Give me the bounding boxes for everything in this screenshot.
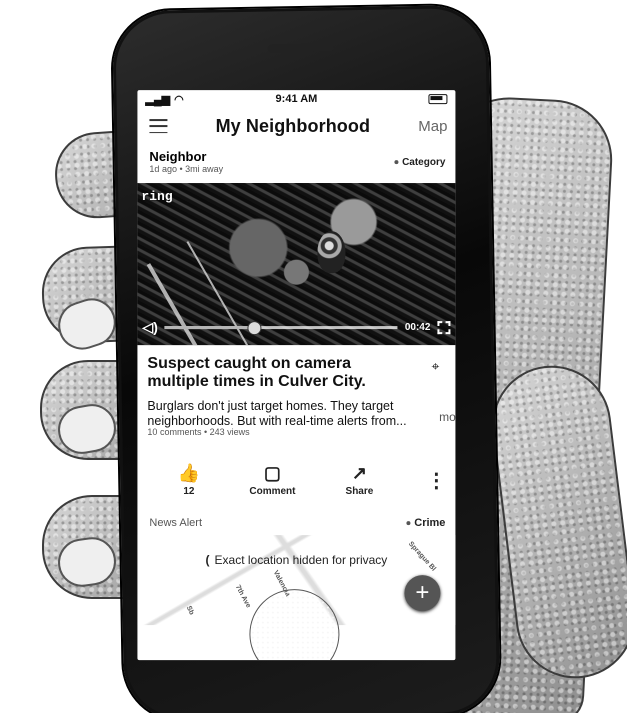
video-controls: ◁) 00:42: [142, 318, 451, 336]
video-progress-handle[interactable]: [247, 320, 262, 335]
privacy-note: Exact location hidden for privacy: [137, 553, 455, 567]
more-options-icon[interactable]: ⋮: [426, 468, 446, 493]
post-action-bar: 👍 12 ▢ Comment ↗ Share ⋮: [137, 449, 455, 511]
location-map-preview[interactable]: Exact location hidden for privacy 7th Av…: [137, 535, 456, 661]
location-pin-icon[interactable]: ⌖: [432, 358, 440, 391]
article-card: Suspect caught on camera multiple times …: [137, 345, 455, 437]
street-label: Sb: [184, 605, 195, 617]
comment-icon: ▢: [263, 462, 281, 483]
street-label: 7th Ave: [233, 583, 252, 610]
more-link[interactable]: more: [439, 410, 455, 425]
share-icon: ↗: [351, 462, 367, 483]
comment-label: Comment: [249, 485, 296, 497]
video-player[interactable]: ring ◁) 00:42: [137, 183, 456, 346]
status-time: 9:41 AM: [275, 93, 318, 106]
approximate-location-circle: [249, 589, 340, 661]
post-header: Neighbor 1d ago • 3mi away Category: [137, 144, 455, 179]
article-title[interactable]: Suspect caught on camera multiple times …: [147, 355, 392, 391]
app-header: My Neighborhood Map: [137, 108, 455, 144]
excerpt-text: Burglars don't just target homes. They t…: [147, 399, 407, 429]
author-block: Neighbor 1d ago • 3mi away: [149, 149, 223, 179]
share-button[interactable]: ↗ Share: [318, 462, 400, 497]
wifi-icon: ◠: [174, 93, 184, 106]
menu-icon[interactable]: [149, 119, 168, 134]
video-time: 00:42: [404, 321, 431, 333]
category-tag[interactable]: Category: [394, 157, 445, 179]
author-name[interactable]: Neighbor: [149, 149, 223, 164]
battery-icon: [428, 94, 448, 105]
news-alert-header: News Alert Crime: [137, 511, 455, 535]
post-meta-text: 1d ago • 3mi away: [149, 164, 224, 175]
headline-row: Suspect caught on camera multiple times …: [147, 355, 446, 391]
battery-status: [377, 94, 448, 105]
map-link[interactable]: Map: [418, 118, 447, 135]
thumbs-up-icon: 👍: [177, 462, 201, 483]
phone-screen: ▂▄▆ ◠ 9:41 AM My Neighborhood Map Neighb…: [137, 90, 456, 661]
share-label: Share: [345, 485, 374, 497]
neighbors-app-photo: ▂▄▆ ◠ 9:41 AM My Neighborhood Map Neighb…: [0, 0, 627, 713]
like-count: 12: [183, 485, 195, 497]
add-post-button[interactable]: +: [404, 575, 441, 612]
video-brand-watermark: ring: [141, 189, 173, 205]
status-bar: ▂▄▆ ◠ 9:41 AM: [137, 90, 455, 108]
iphone-frame: ▂▄▆ ◠ 9:41 AM My Neighborhood Map Neighb…: [112, 4, 501, 713]
signal-icon: ▂▄▆: [145, 93, 171, 106]
page-title: My Neighborhood: [215, 115, 371, 136]
comment-button[interactable]: ▢ Comment: [226, 462, 318, 497]
article-excerpt: Burglars don't just target homes. They t…: [147, 399, 455, 429]
volume-icon[interactable]: ◁): [142, 319, 157, 335]
network-status: ▂▄▆ ◠: [145, 93, 215, 106]
video-progress-bar[interactable]: [164, 320, 398, 335]
crime-tag[interactable]: Crime: [406, 517, 445, 529]
fullscreen-icon[interactable]: [437, 320, 451, 334]
news-alert-title: News Alert: [149, 517, 203, 530]
like-button[interactable]: 👍 12: [151, 462, 226, 497]
video-progress-fill: [164, 325, 254, 329]
